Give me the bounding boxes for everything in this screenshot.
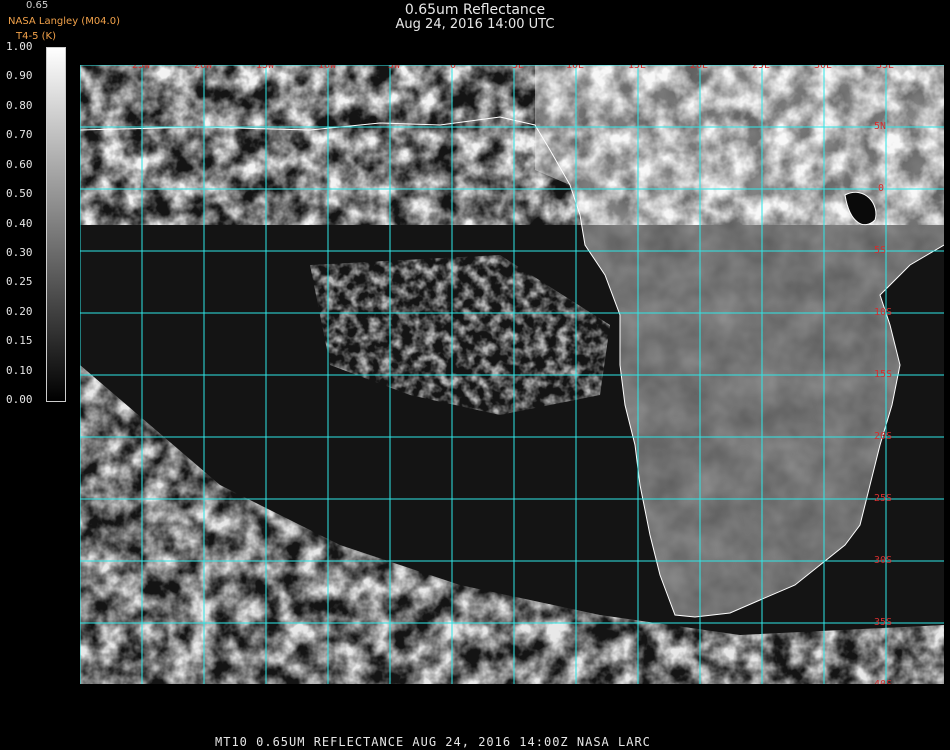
latitude-label: 15S	[874, 369, 893, 380]
colorbar	[46, 47, 66, 402]
latitude-label: 25S	[874, 493, 893, 504]
footer-caption: MT10 0.65UM REFLECTANCE AUG 24, 2016 14:…	[215, 735, 651, 749]
longitude-label: 5W	[388, 65, 401, 71]
latitude-label: 20S	[874, 431, 893, 442]
longitude-label: 25E	[752, 65, 771, 71]
satellite-map: 25W 20W 15W 10W 5W 0 5E 10E 15E 20E 25E 30E 35E 5N 0 5…	[80, 65, 944, 684]
colorbar-tick: 0.00	[6, 393, 33, 406]
longitude-label: 35E	[876, 65, 895, 71]
colorbar-tick: 0.20	[6, 304, 33, 318]
colorbar-tick: 0.70	[6, 128, 33, 142]
longitude-label: 25W	[132, 65, 151, 71]
map-datetime: Aug 24, 2016 14:00 UTC	[395, 17, 555, 32]
longitude-label: 20W	[194, 65, 213, 71]
latitude-label: 5N	[874, 121, 887, 132]
band-label: 0.65	[26, 0, 49, 11]
longitude-label: 10E	[566, 65, 585, 71]
colorbar-tick: 0.40	[6, 216, 33, 230]
longitude-label: 5E	[512, 65, 525, 71]
longitude-label: 15W	[256, 65, 275, 71]
longitude-label: 0	[450, 65, 457, 71]
latitude-label: 35S	[874, 617, 893, 628]
colorbar-tick: 0.10	[6, 363, 33, 377]
map-layers	[80, 65, 944, 684]
org-label: NASA Langley (M04.0)	[8, 16, 120, 27]
latitude-label: 5S	[874, 245, 887, 256]
colorbar-tick: 0.25	[6, 275, 33, 289]
longitude-label: 30E	[814, 65, 833, 71]
colorbar-tick: 0.15	[6, 334, 33, 348]
latitude-label: 0	[878, 183, 885, 194]
colorbar-tick: 0.90	[6, 69, 33, 83]
latitude-label: 10S	[874, 307, 893, 318]
latitude-label: 40S	[874, 679, 892, 684]
colorbar-tick: 0.60	[6, 157, 33, 171]
longitude-label: 15E	[628, 65, 647, 71]
map-title: 0.65um Reflectance	[404, 2, 546, 18]
colorbar-tick: 0.50	[6, 187, 33, 201]
colorbar-tick: 0.80	[6, 98, 33, 112]
colorbar-tick: 1.00	[6, 40, 33, 53]
colorbar-tick: 0.30	[6, 245, 33, 259]
longitude-label: 20E	[690, 65, 709, 71]
longitude-label: 10W	[318, 65, 337, 71]
latitude-label: 30S	[874, 555, 893, 566]
